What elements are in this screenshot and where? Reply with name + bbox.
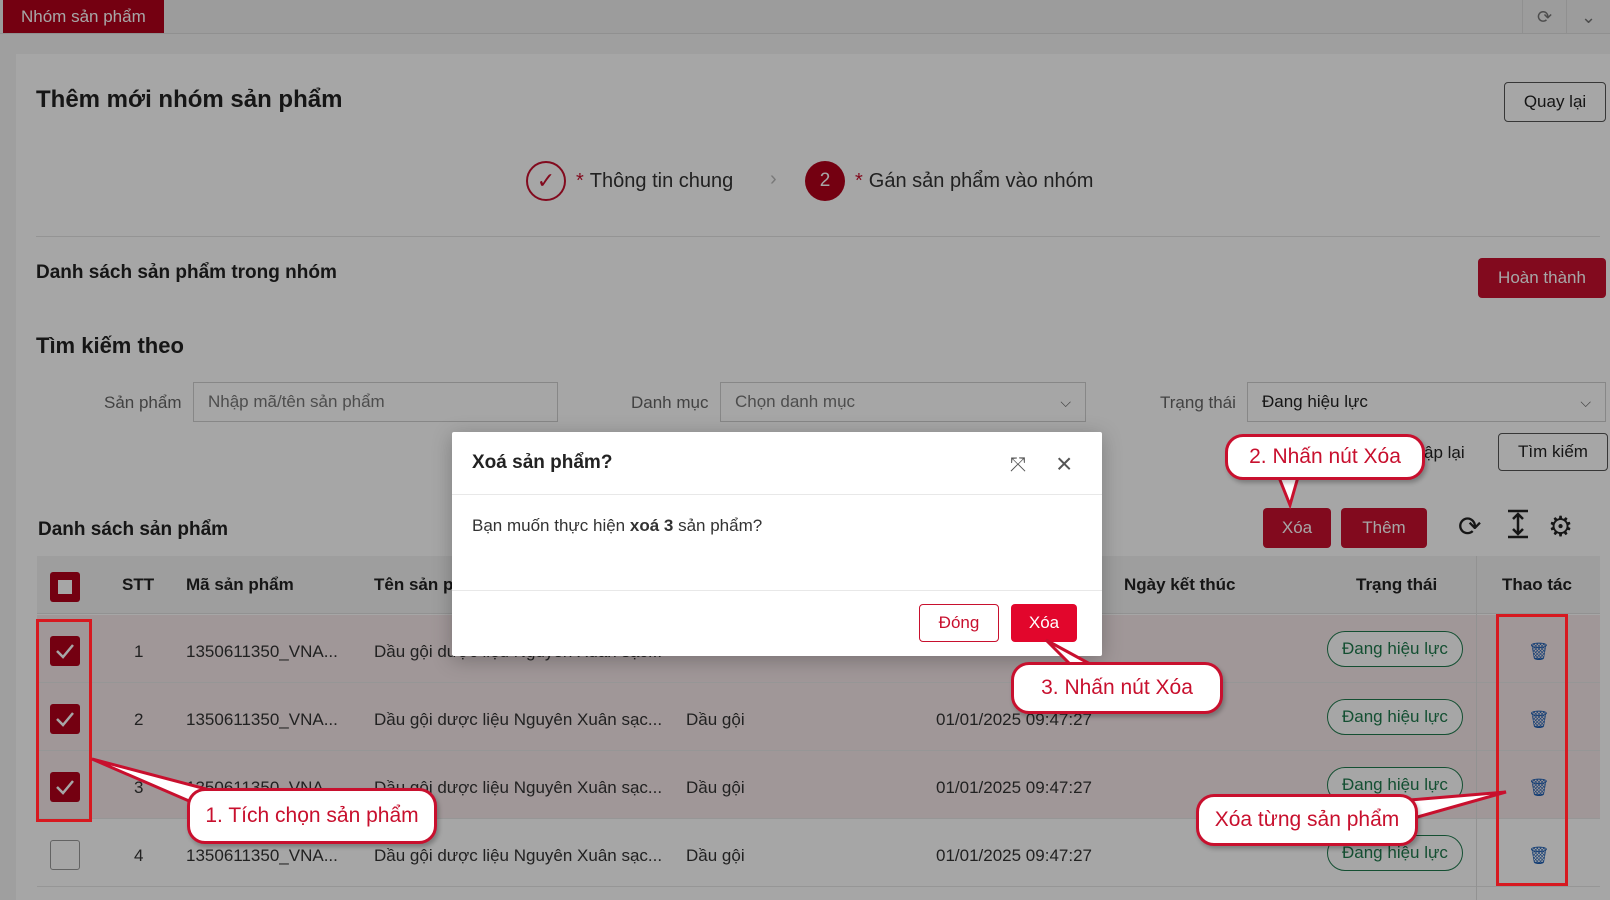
callout-pointer-4 <box>1408 790 1507 820</box>
callout-single-delete: Xóa từng sản phẩm <box>1196 794 1418 846</box>
callout-pointer-3 <box>1044 638 1091 666</box>
callout-step-1: 1. Tích chọn sản phẩm <box>187 788 437 844</box>
callout-step-2: 2. Nhấn nút Xóa <box>1225 434 1425 480</box>
callout-step-3: 3. Nhấn nút Xóa <box>1011 662 1223 714</box>
